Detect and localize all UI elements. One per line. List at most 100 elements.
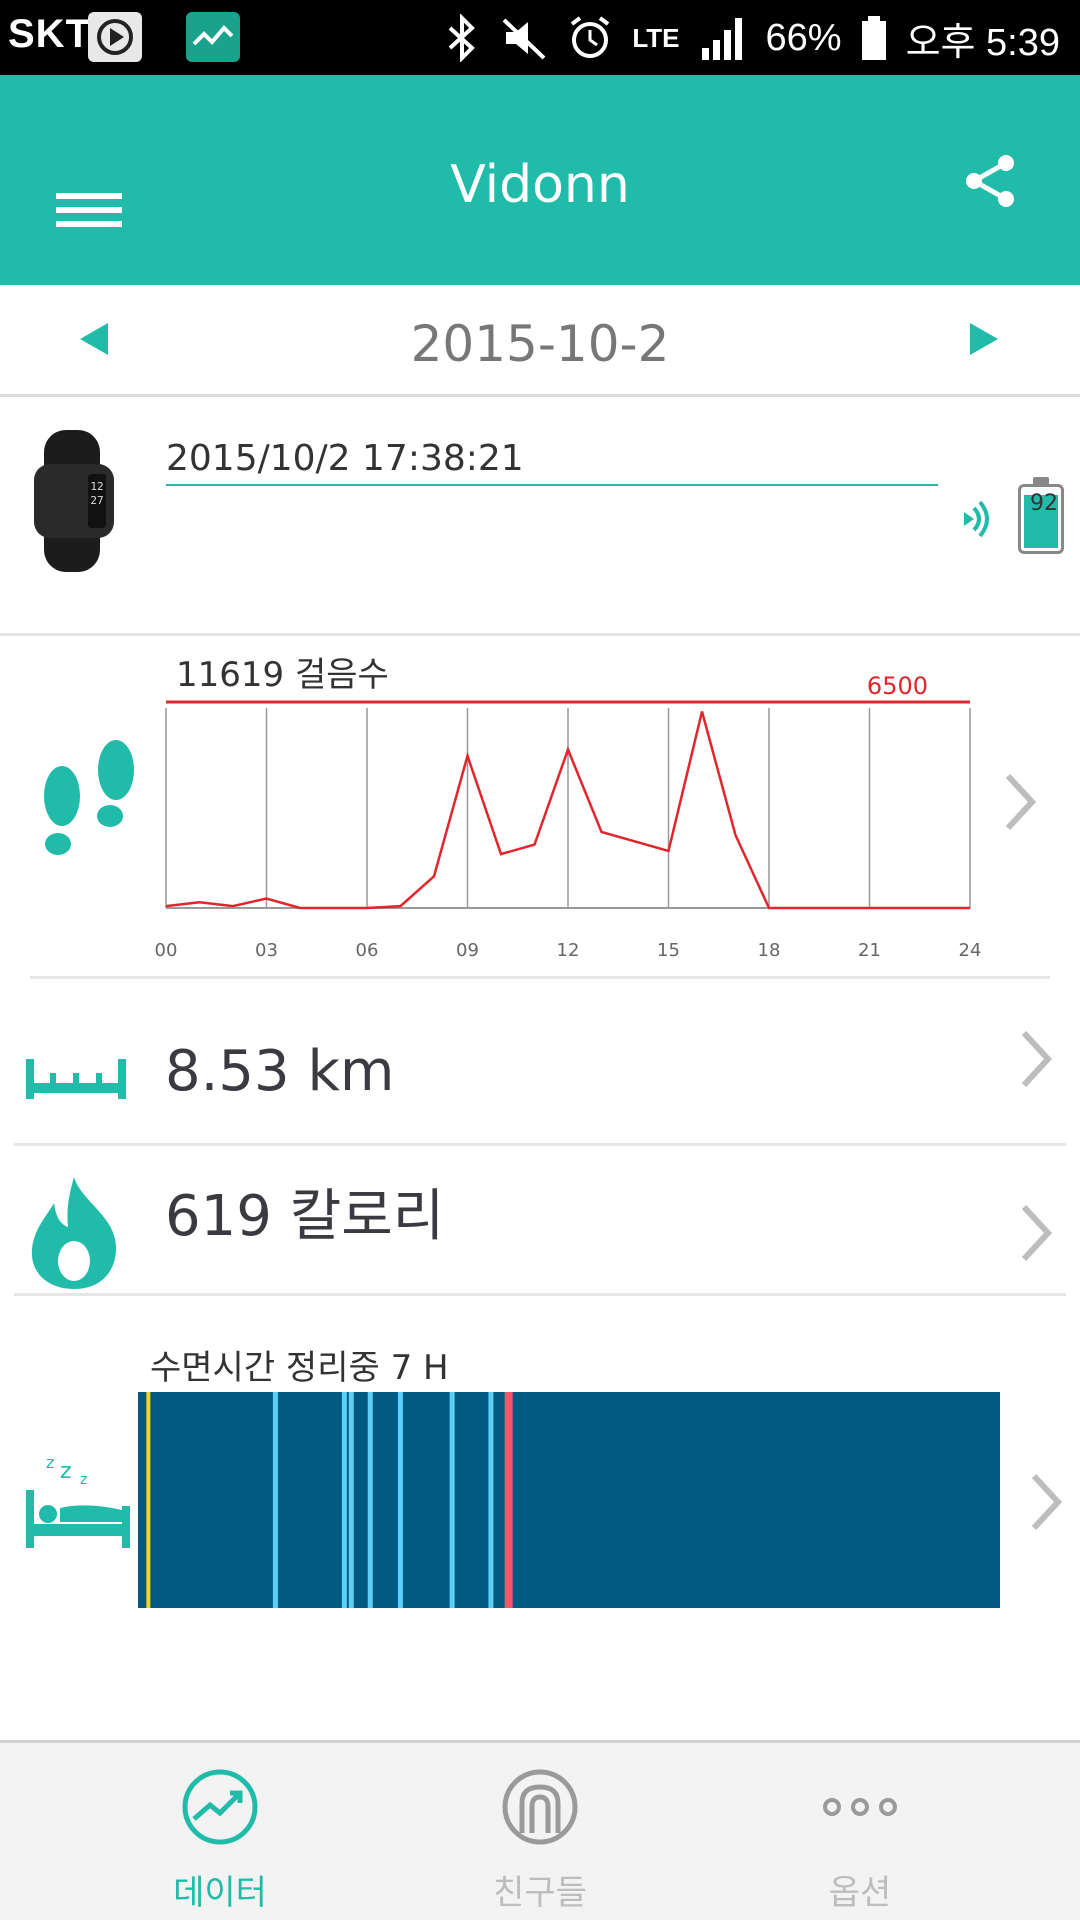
steps-point bbox=[601, 831, 602, 833]
share-icon[interactable] bbox=[962, 153, 1018, 209]
ruler-icon bbox=[26, 1059, 126, 1099]
steps-point bbox=[835, 907, 837, 909]
x-tick-label: 18 bbox=[758, 940, 781, 960]
calories-chevron-icon[interactable] bbox=[1016, 1201, 1056, 1265]
nav-friends-label: 친구들 bbox=[493, 1873, 587, 1913]
steps-point bbox=[165, 905, 167, 907]
steps-point bbox=[634, 840, 636, 842]
steps-point bbox=[467, 755, 468, 757]
steps-point bbox=[433, 875, 435, 877]
bed-icon: z z z bbox=[26, 1453, 130, 1548]
steps-point bbox=[534, 844, 535, 846]
app-title: Vidonn bbox=[450, 155, 630, 215]
steps-point bbox=[199, 901, 200, 903]
steps-point bbox=[902, 907, 904, 909]
sleep-summary-label: 수면시간 정리중 7 H bbox=[150, 1348, 449, 1388]
nav-options-tab[interactable]: 옵션 bbox=[680, 1743, 1040, 1920]
bottom-navigation: 데이터 친구들 옵션 bbox=[0, 1740, 1080, 1920]
svg-text:12: 12 bbox=[90, 480, 103, 493]
calories-value: 619 칼로리 bbox=[165, 1184, 445, 1249]
steps-point bbox=[266, 897, 267, 899]
calories-section[interactable]: 619 칼로리 bbox=[0, 1145, 1080, 1296]
network-type: LTE bbox=[632, 22, 680, 53]
steps-point bbox=[299, 907, 301, 909]
svg-text:z: z bbox=[60, 1459, 72, 1484]
steps-point bbox=[668, 850, 669, 852]
band-battery-level: 92 bbox=[1030, 491, 1058, 516]
steps-point bbox=[366, 907, 368, 909]
x-tick-label: 03 bbox=[255, 940, 278, 960]
chart-icon bbox=[182, 1769, 258, 1845]
nav-data-tab[interactable]: 데이터 bbox=[40, 1743, 400, 1920]
sleep-light-mark bbox=[367, 1392, 373, 1608]
nav-options-label: 옵션 bbox=[828, 1873, 892, 1913]
sleep-awake-mark bbox=[504, 1392, 513, 1608]
x-tick-label: 00 bbox=[155, 940, 178, 960]
steps-point bbox=[232, 905, 234, 907]
sleep-start-mark bbox=[146, 1392, 151, 1608]
fitness-app-icon bbox=[186, 12, 240, 62]
sleep-deep-block bbox=[138, 1392, 1000, 1608]
connection-signal-icon bbox=[964, 500, 989, 538]
sleep-light-mark bbox=[272, 1392, 278, 1608]
wristband-image: 12 27 bbox=[34, 430, 114, 572]
goal-value-label: 6500 bbox=[867, 672, 928, 700]
steps-count-label: 11619 걸음수 bbox=[176, 655, 389, 695]
svg-text:z: z bbox=[80, 1472, 87, 1488]
x-tick-label: 15 bbox=[657, 940, 680, 960]
last-sync-time: 2015/10/2 17:38:21 bbox=[166, 438, 938, 486]
clock: 오후 5:39 bbox=[905, 21, 1060, 64]
date-navigator: 2015-10-2 bbox=[0, 285, 1080, 397]
bluetooth-icon bbox=[448, 14, 476, 62]
sleep-light-mark bbox=[449, 1392, 455, 1608]
signal-icon bbox=[701, 18, 742, 60]
x-tick-label: 24 bbox=[959, 940, 982, 960]
sleep-light-mark bbox=[397, 1392, 403, 1608]
distance-chevron-icon[interactable] bbox=[1016, 1027, 1056, 1091]
steps-point bbox=[869, 907, 870, 909]
steps-point bbox=[969, 907, 971, 909]
sleep-section[interactable]: z z z 수면시간 정리중 7 H bbox=[0, 1300, 1080, 1630]
alarm-icon bbox=[571, 16, 610, 58]
steps-point bbox=[735, 834, 736, 836]
svg-text:z: z bbox=[46, 1453, 54, 1472]
sleep-light-mark bbox=[348, 1392, 354, 1608]
more-icon bbox=[823, 1798, 897, 1816]
battery-icon bbox=[861, 16, 886, 60]
steps-line-chart: 11619 걸음수 00 03 06 09 12 15 18 21 24 6500 bbox=[155, 655, 982, 960]
sleep-chevron-icon[interactable] bbox=[1026, 1470, 1066, 1534]
band-battery-icon: 92 bbox=[1018, 477, 1064, 554]
carrier-label: SKT bbox=[8, 12, 91, 56]
steps-point bbox=[936, 907, 937, 909]
sleep-timeline-chart bbox=[138, 1392, 1000, 1608]
x-tick-label: 21 bbox=[858, 940, 881, 960]
footprints-icon bbox=[44, 740, 134, 855]
svg-text:27: 27 bbox=[90, 494, 103, 507]
steps-chevron-icon[interactable] bbox=[1000, 770, 1040, 834]
flame-icon bbox=[31, 1177, 117, 1289]
next-date-arrow-icon[interactable] bbox=[970, 323, 998, 355]
distance-value: 8.53 km bbox=[165, 1039, 395, 1104]
status-bar: SKT LTE 66% 오후 5:39 bbox=[0, 0, 1080, 75]
mute-icon bbox=[502, 18, 546, 60]
sleep-light-mark bbox=[341, 1392, 347, 1608]
current-date: 2015-10-2 bbox=[410, 315, 670, 373]
steps-point bbox=[500, 853, 502, 855]
distance-section[interactable]: 8.53 km bbox=[0, 985, 1080, 1146]
sleep-light-mark bbox=[488, 1392, 494, 1608]
x-tick-label: 06 bbox=[356, 940, 379, 960]
x-tick-label: 09 bbox=[456, 940, 479, 960]
steps-point bbox=[768, 907, 770, 909]
battery-percent: 66% bbox=[765, 16, 842, 59]
x-tick-label: 12 bbox=[557, 940, 580, 960]
steps-point bbox=[802, 907, 803, 909]
app-bar: Vidonn bbox=[0, 75, 1080, 285]
nav-data-label: 데이터 bbox=[173, 1873, 267, 1913]
play-icon bbox=[88, 12, 142, 62]
friends-icon bbox=[502, 1769, 578, 1845]
nav-friends-tab[interactable]: 친구들 bbox=[360, 1743, 720, 1920]
steps-point bbox=[701, 711, 703, 713]
device-status: 12 27 2015/10/2 17:38:21 92 bbox=[0, 400, 1080, 636]
steps-point bbox=[333, 907, 334, 909]
steps-section[interactable]: 11619 걸음수 00 03 06 09 12 15 18 21 24 6500 bbox=[0, 640, 1080, 980]
